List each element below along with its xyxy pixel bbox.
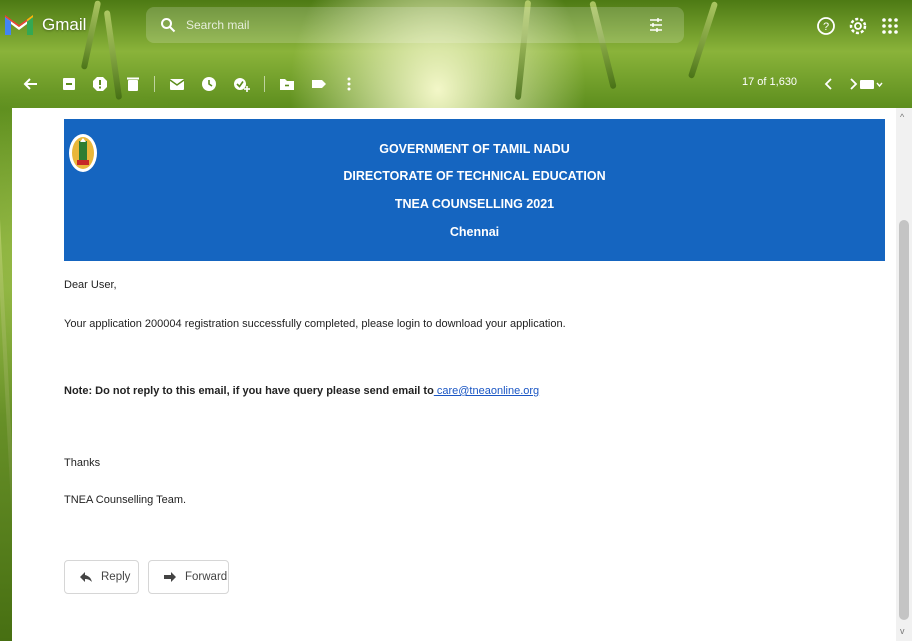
top-bar: Gmail ?	[0, 0, 912, 56]
email-greeting: Dear User,	[64, 279, 117, 291]
toolbar-divider	[154, 76, 155, 92]
back-icon[interactable]	[22, 75, 40, 93]
mark-unread-icon[interactable]	[168, 75, 186, 93]
snooze-icon[interactable]	[200, 75, 218, 93]
message-counter: 17 of 1,630	[742, 76, 798, 88]
support-email-link[interactable]: care@tneaonline.org	[434, 385, 539, 397]
toolbar-divider	[264, 76, 265, 92]
email-signature: TNEA Counselling Team.	[64, 494, 187, 506]
forward-button[interactable]: Forward	[148, 560, 229, 594]
search-input[interactable]	[184, 17, 628, 33]
apps-icon[interactable]	[879, 15, 901, 37]
banner-line-counselling: TNEA COUNSELLING 2021	[394, 197, 555, 211]
banner-line-directorate: DIRECTORATE OF TECHNICAL EDUCATION	[343, 169, 606, 183]
email-thanks: Thanks	[64, 457, 101, 469]
report-spam-icon[interactable]	[91, 75, 109, 93]
email-note: Note: Do not reply to this email, if you…	[64, 385, 539, 397]
delete-icon[interactable]	[124, 75, 142, 93]
reply-icon	[80, 572, 92, 582]
archive-icon[interactable]	[60, 75, 78, 93]
settings-icon[interactable]	[847, 15, 869, 37]
scroll-down-icon[interactable]: v	[900, 626, 905, 636]
search-options-icon[interactable]	[648, 17, 664, 33]
label-icon[interactable]	[310, 75, 328, 93]
scrollbar-thumb[interactable]	[899, 220, 909, 620]
move-to-icon[interactable]	[278, 75, 296, 93]
more-icon[interactable]	[340, 75, 358, 93]
gmail-logo[interactable]	[4, 14, 34, 36]
forward-label: Forward	[185, 571, 228, 583]
message-panel: GOVERNMENT OF TAMIL NADU DIRECTORATE OF …	[12, 108, 896, 641]
input-tools-icon[interactable]	[858, 75, 884, 93]
email-banner: GOVERNMENT OF TAMIL NADU DIRECTORATE OF …	[64, 119, 885, 261]
reply-label: Reply	[101, 571, 131, 583]
svg-text:?: ?	[823, 21, 829, 33]
reply-button[interactable]: Reply	[64, 560, 139, 594]
banner-line-government: GOVERNMENT OF TAMIL NADU	[379, 142, 570, 156]
note-text: Note: Do not reply to this email, if you…	[64, 385, 434, 397]
add-task-icon[interactable]	[232, 75, 250, 93]
help-icon[interactable]: ?	[815, 15, 837, 37]
app-title: Gmail	[42, 15, 87, 34]
forward-icon	[164, 572, 176, 582]
banner-line-city: Chennai	[449, 225, 500, 239]
message-scrollbar[interactable]: ^ v	[896, 108, 912, 641]
search-bar[interactable]	[146, 7, 684, 43]
newer-icon[interactable]	[820, 75, 838, 93]
email-body: Your application 200004 registration suc…	[64, 318, 566, 330]
search-icon[interactable]	[160, 17, 176, 33]
scroll-up-icon[interactable]: ^	[900, 112, 904, 122]
